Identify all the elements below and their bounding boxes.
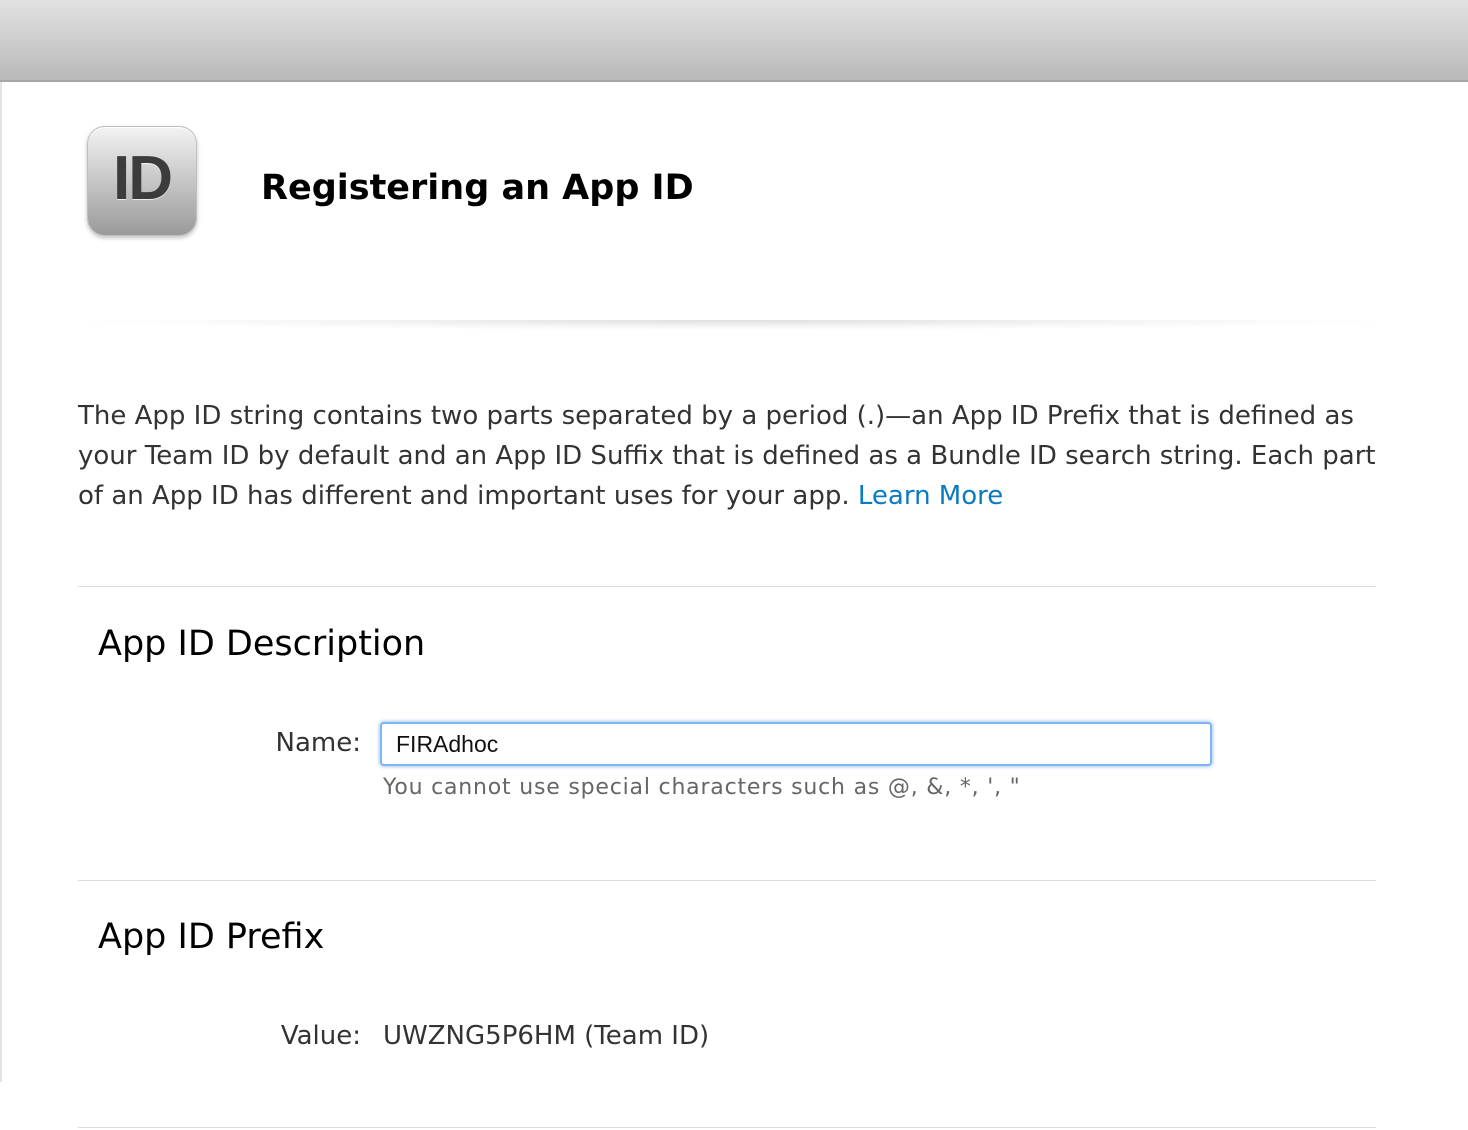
section-divider xyxy=(78,586,1376,587)
page-title: Registering an App ID xyxy=(261,168,694,208)
name-input[interactable] xyxy=(380,722,1212,766)
content-frame-edge xyxy=(0,82,2,1082)
top-toolbar xyxy=(0,0,1468,82)
section-title-description: App ID Description xyxy=(98,624,426,664)
section-divider xyxy=(78,1127,1376,1128)
prefix-value: UWZNG5P6HM (Team ID) xyxy=(383,1021,710,1051)
section-divider xyxy=(78,880,1376,881)
app-id-icon-text: ID xyxy=(113,143,173,213)
name-hint: You cannot use special characters such a… xyxy=(383,775,1021,800)
learn-more-link[interactable]: Learn More xyxy=(858,481,1003,511)
intro-text: The App ID string contains two parts sep… xyxy=(78,401,1376,511)
header-divider xyxy=(78,320,1390,330)
value-label: Value: xyxy=(280,1021,361,1051)
name-label: Name: xyxy=(275,728,361,758)
app-id-icon: ID xyxy=(87,126,197,236)
section-title-prefix: App ID Prefix xyxy=(98,917,325,957)
intro-paragraph: The App ID string contains two parts sep… xyxy=(78,396,1378,516)
